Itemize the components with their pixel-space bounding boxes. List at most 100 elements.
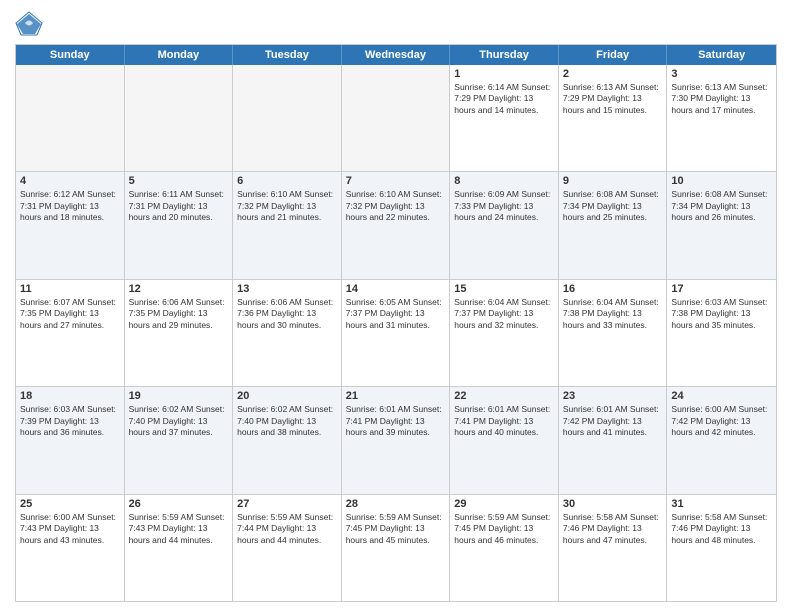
calendar-cell-26: 26 Sunrise: 5:59 AM Sunset: 7:43 PM Dayli… (125, 495, 234, 601)
day-number: 22 (454, 390, 554, 402)
cell-info: Sunrise: 6:06 AM Sunset: 7:36 PM Dayligh… (237, 297, 337, 331)
cell-info: Sunrise: 6:12 AM Sunset: 7:31 PM Dayligh… (20, 189, 120, 223)
day-number: 19 (129, 390, 229, 402)
cell-info: Sunrise: 6:01 AM Sunset: 7:41 PM Dayligh… (454, 404, 554, 438)
cell-info: Sunrise: 6:10 AM Sunset: 7:32 PM Dayligh… (346, 189, 446, 223)
calendar-cell-10: 10 Sunrise: 6:08 AM Sunset: 7:34 PM Dayli… (667, 172, 776, 278)
day-number: 30 (563, 498, 663, 510)
day-number: 9 (563, 175, 663, 187)
calendar-row-2: 11 Sunrise: 6:07 AM Sunset: 7:35 PM Dayli… (16, 280, 776, 387)
day-number: 25 (20, 498, 120, 510)
calendar-row-3: 18 Sunrise: 6:03 AM Sunset: 7:39 PM Dayli… (16, 387, 776, 494)
day-header-thursday: Thursday (450, 45, 559, 65)
cell-info: Sunrise: 5:58 AM Sunset: 7:46 PM Dayligh… (563, 512, 663, 546)
cell-info: Sunrise: 5:59 AM Sunset: 7:43 PM Dayligh… (129, 512, 229, 546)
day-number: 8 (454, 175, 554, 187)
cell-info: Sunrise: 5:59 AM Sunset: 7:45 PM Dayligh… (346, 512, 446, 546)
cell-info: Sunrise: 6:04 AM Sunset: 7:38 PM Dayligh… (563, 297, 663, 331)
day-number: 17 (671, 283, 772, 295)
day-number: 20 (237, 390, 337, 402)
cell-info: Sunrise: 6:07 AM Sunset: 7:35 PM Dayligh… (20, 297, 120, 331)
day-number: 29 (454, 498, 554, 510)
calendar-cell-28: 28Sunrise: 5:59 AM Sunset: 7:45 PM Dayli… (342, 495, 451, 601)
logo-icon (15, 10, 43, 38)
calendar-cell-20: 20 Sunrise: 6:02 AM Sunset: 7:40 PM Dayli… (233, 387, 342, 493)
day-number: 23 (563, 390, 663, 402)
cell-info: Sunrise: 6:00 AM Sunset: 7:42 PM Dayligh… (671, 404, 772, 438)
day-number: 7 (346, 175, 446, 187)
day-number: 10 (671, 175, 772, 187)
calendar-cell-29: 29Sunrise: 5:59 AM Sunset: 7:45 PM Dayli… (450, 495, 559, 601)
calendar-cell-14: 14 Sunrise: 6:05 AM Sunset: 7:37 PM Dayli… (342, 280, 451, 386)
cell-info: Sunrise: 6:13 AM Sunset: 7:29 PM Dayligh… (563, 82, 663, 116)
calendar-cell-24: 24 Sunrise: 6:00 AM Sunset: 7:42 PM Dayli… (667, 387, 776, 493)
day-number: 15 (454, 283, 554, 295)
calendar-cell-2: 2 Sunrise: 6:13 AM Sunset: 7:29 PM Daylig… (559, 65, 668, 171)
cell-info: Sunrise: 6:02 AM Sunset: 7:40 PM Dayligh… (237, 404, 337, 438)
cell-info: Sunrise: 6:00 AM Sunset: 7:43 PM Dayligh… (20, 512, 120, 546)
cell-info: Sunrise: 6:03 AM Sunset: 7:39 PM Dayligh… (20, 404, 120, 438)
cell-info: Sunrise: 6:01 AM Sunset: 7:41 PM Dayligh… (346, 404, 446, 438)
calendar-cell-6: 6 Sunrise: 6:10 AM Sunset: 7:32 PM Daylig… (233, 172, 342, 278)
calendar-cell-25: 25 Sunrise: 6:00 AM Sunset: 7:43 PM Dayli… (16, 495, 125, 601)
calendar-cell-16: 16 Sunrise: 6:04 AM Sunset: 7:38 PM Dayli… (559, 280, 668, 386)
day-number: 6 (237, 175, 337, 187)
day-number: 2 (563, 68, 663, 80)
day-number: 21 (346, 390, 446, 402)
day-header-monday: Monday (125, 45, 234, 65)
day-number: 16 (563, 283, 663, 295)
day-number: 18 (20, 390, 120, 402)
calendar-cell-17: 17 Sunrise: 6:03 AM Sunset: 7:38 PM Dayli… (667, 280, 776, 386)
calendar-header: SundayMondayTuesdayWednesdayThursdayFrid… (16, 45, 776, 65)
cell-info: Sunrise: 6:01 AM Sunset: 7:42 PM Dayligh… (563, 404, 663, 438)
calendar-cell-1: 1Sunrise: 6:14 AM Sunset: 7:29 PM Daylig… (450, 65, 559, 171)
calendar-row-0: 1Sunrise: 6:14 AM Sunset: 7:29 PM Daylig… (16, 65, 776, 172)
calendar-cell-8: 8 Sunrise: 6:09 AM Sunset: 7:33 PM Daylig… (450, 172, 559, 278)
calendar-cell-27: 27 Sunrise: 5:59 AM Sunset: 7:44 PM Dayli… (233, 495, 342, 601)
day-number: 3 (671, 68, 772, 80)
logo (15, 10, 47, 38)
calendar-body: 1Sunrise: 6:14 AM Sunset: 7:29 PM Daylig… (16, 65, 776, 601)
calendar-cell-13: 13 Sunrise: 6:06 AM Sunset: 7:36 PM Dayli… (233, 280, 342, 386)
day-header-tuesday: Tuesday (233, 45, 342, 65)
cell-info: Sunrise: 6:10 AM Sunset: 7:32 PM Dayligh… (237, 189, 337, 223)
calendar-cell-12: 12Sunrise: 6:06 AM Sunset: 7:35 PM Dayli… (125, 280, 234, 386)
cell-info: Sunrise: 6:14 AM Sunset: 7:29 PM Dayligh… (454, 82, 554, 116)
cell-info: Sunrise: 6:05 AM Sunset: 7:37 PM Dayligh… (346, 297, 446, 331)
cell-info: Sunrise: 6:13 AM Sunset: 7:30 PM Dayligh… (671, 82, 772, 116)
calendar-cell-23: 23 Sunrise: 6:01 AM Sunset: 7:42 PM Dayli… (559, 387, 668, 493)
calendar-cell-5: 5 Sunrise: 6:11 AM Sunset: 7:31 PM Daylig… (125, 172, 234, 278)
calendar-cell-22: 22 Sunrise: 6:01 AM Sunset: 7:41 PM Dayli… (450, 387, 559, 493)
calendar-cell-empty-0-0 (16, 65, 125, 171)
day-header-saturday: Saturday (667, 45, 776, 65)
day-number: 13 (237, 283, 337, 295)
day-number: 5 (129, 175, 229, 187)
calendar-cell-15: 15 Sunrise: 6:04 AM Sunset: 7:37 PM Dayli… (450, 280, 559, 386)
cell-info: Sunrise: 5:58 AM Sunset: 7:46 PM Dayligh… (671, 512, 772, 546)
cell-info: Sunrise: 6:08 AM Sunset: 7:34 PM Dayligh… (671, 189, 772, 223)
calendar-cell-31: 31Sunrise: 5:58 AM Sunset: 7:46 PM Dayli… (667, 495, 776, 601)
calendar-cell-19: 19Sunrise: 6:02 AM Sunset: 7:40 PM Dayli… (125, 387, 234, 493)
calendar-cell-empty-0-1 (125, 65, 234, 171)
day-number: 27 (237, 498, 337, 510)
day-number: 24 (671, 390, 772, 402)
cell-info: Sunrise: 6:09 AM Sunset: 7:33 PM Dayligh… (454, 189, 554, 223)
calendar-cell-11: 11 Sunrise: 6:07 AM Sunset: 7:35 PM Dayli… (16, 280, 125, 386)
calendar-cell-9: 9Sunrise: 6:08 AM Sunset: 7:34 PM Daylig… (559, 172, 668, 278)
calendar-cell-21: 21 Sunrise: 6:01 AM Sunset: 7:41 PM Dayli… (342, 387, 451, 493)
day-number: 14 (346, 283, 446, 295)
cell-info: Sunrise: 6:11 AM Sunset: 7:31 PM Dayligh… (129, 189, 229, 223)
header (15, 10, 777, 38)
calendar-cell-3: 3 Sunrise: 6:13 AM Sunset: 7:30 PM Daylig… (667, 65, 776, 171)
day-header-wednesday: Wednesday (342, 45, 451, 65)
cell-info: Sunrise: 6:03 AM Sunset: 7:38 PM Dayligh… (671, 297, 772, 331)
cell-info: Sunrise: 6:04 AM Sunset: 7:37 PM Dayligh… (454, 297, 554, 331)
day-number: 4 (20, 175, 120, 187)
calendar-cell-7: 7 Sunrise: 6:10 AM Sunset: 7:32 PM Daylig… (342, 172, 451, 278)
day-number: 11 (20, 283, 120, 295)
cell-info: Sunrise: 6:06 AM Sunset: 7:35 PM Dayligh… (129, 297, 229, 331)
day-number: 26 (129, 498, 229, 510)
calendar-cell-empty-0-2 (233, 65, 342, 171)
day-header-sunday: Sunday (16, 45, 125, 65)
cell-info: Sunrise: 5:59 AM Sunset: 7:44 PM Dayligh… (237, 512, 337, 546)
